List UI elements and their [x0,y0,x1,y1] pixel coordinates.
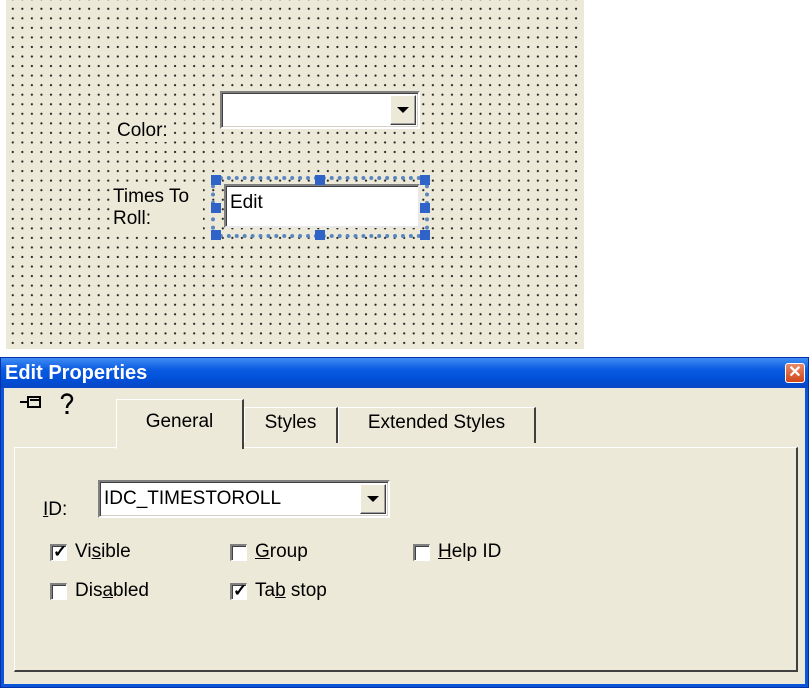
visible-checkbox-box[interactable]: ✓ [50,541,68,561]
group-checkbox-label: Group [255,541,308,562]
resize-handle-top[interactable] [315,175,325,185]
dialog-design-canvas[interactable]: Color: Times To Roll: Edit [6,0,584,349]
times-label-line2: Roll: [113,208,152,229]
id-label: ID: [43,499,68,520]
title-bar[interactable]: Edit Properties ✕ [1,358,808,388]
color-combobox-dropdown-button[interactable] [390,95,416,125]
disabled-checkbox-box[interactable] [50,582,67,600]
id-combobox[interactable]: IDC_TIMESTOROLL [98,480,390,518]
pin-icon[interactable] [18,391,44,421]
close-button[interactable]: ✕ [785,363,805,383]
chevron-down-icon [397,107,409,113]
chevron-down-icon [367,496,379,502]
times-to-roll-edit-control[interactable]: Edit [224,184,420,228]
window-title: Edit Properties [5,362,148,384]
visible-checkbox-label: Visible [75,541,131,562]
id-value: IDC_TIMESTOROLL [104,488,282,509]
resize-handle-right[interactable] [420,203,430,213]
properties-client-area: General Styles Extended Styles [4,388,805,684]
check-icon: ✓ [233,580,248,600]
resize-handle-top-left[interactable] [211,175,221,185]
tab-extended-styles[interactable]: Extended Styles [338,407,536,443]
id-combobox-dropdown-button[interactable] [360,484,386,514]
group-checkbox-box[interactable] [230,543,247,561]
tab-general[interactable]: General [116,399,244,449]
color-label[interactable]: Color: [115,120,170,142]
help-id-checkbox[interactable]: Help ID [413,541,501,563]
tab-stop-checkbox-label: Tab stop [255,580,327,601]
disabled-checkbox[interactable]: Disabled [50,580,149,602]
times-to-roll-label[interactable]: Times To Roll: [113,186,203,230]
close-icon: ✕ [788,364,802,381]
resize-handle-left[interactable] [211,203,221,213]
times-label-line1: Times To [113,186,190,207]
resize-handle-bottom-right[interactable] [420,230,430,240]
edit-properties-window: Edit Properties ✕ General Styles Extende… [0,357,809,688]
visible-checkbox[interactable]: ✓ Visible [50,541,131,563]
tab-styles[interactable]: Styles [244,407,338,443]
resize-handle-bottom-left[interactable] [211,230,221,240]
check-icon: ✓ [53,541,68,561]
color-combobox[interactable] [220,91,420,129]
tab-stop-checkbox-box[interactable]: ✓ [230,580,248,600]
disabled-checkbox-label: Disabled [75,580,149,601]
help-id-checkbox-box[interactable] [413,543,430,561]
resize-handle-bottom[interactable] [315,230,325,240]
help-icon[interactable] [58,391,76,425]
group-checkbox[interactable]: Group [230,541,308,563]
tab-stop-checkbox[interactable]: ✓ Tab stop [230,580,327,602]
help-id-checkbox-label: Help ID [438,541,502,562]
resize-handle-top-right[interactable] [420,175,430,185]
